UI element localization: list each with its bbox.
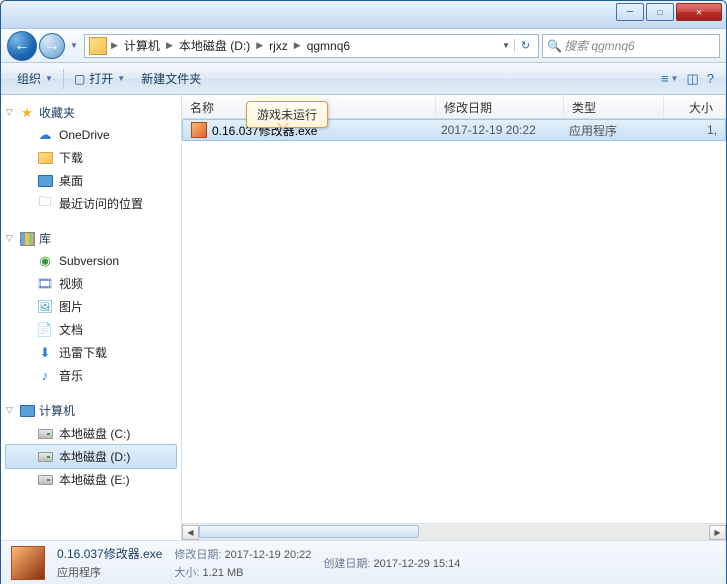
details-mod-label: 修改日期: — [174, 549, 221, 561]
breadcrumb-segment[interactable]: 本地磁盘 (D:) — [175, 37, 254, 54]
arrow-left-icon: ← — [14, 37, 30, 55]
separator — [63, 69, 64, 89]
documents-icon: 📄 — [37, 322, 53, 338]
sidebar-item-xunlei[interactable]: ⬇ 迅雷下载 — [1, 341, 181, 364]
sidebar-item-recent[interactable]: 🗀 最近访问的位置 — [1, 192, 181, 215]
music-icon: ♪ — [37, 368, 53, 384]
libraries-icon — [19, 231, 35, 247]
nav-history-dropdown[interactable]: ▼ — [67, 36, 81, 56]
recent-icon: 🗀 — [37, 196, 53, 212]
video-icon: 🎞 — [37, 276, 53, 292]
drive-icon — [37, 449, 53, 465]
horizontal-scrollbar[interactable]: ◀ ▶ — [182, 523, 726, 540]
sidebar-item-downloads[interactable]: 下载 — [1, 146, 181, 169]
scroll-thumb[interactable] — [199, 525, 419, 538]
favorites-group[interactable]: ★ 收藏夹 — [1, 101, 181, 124]
help-button[interactable]: ? — [703, 67, 718, 90]
file-date: 2017-12-19 20:22 — [435, 123, 563, 137]
titlebar: ─ ☐ ✕ — [1, 1, 726, 29]
open-button[interactable]: ▢ 打开 ▼ — [66, 66, 133, 91]
xunlei-icon: ⬇ — [37, 345, 53, 361]
chevron-down-icon: ▼ — [671, 74, 679, 83]
sidebar-item-drive-d[interactable]: 本地磁盘 (D:) — [5, 444, 177, 469]
column-size[interactable]: 大小 — [664, 95, 726, 118]
sidebar-item-drive-e[interactable]: 本地磁盘 (E:) — [1, 468, 181, 491]
chevron-down-icon: ▼ — [45, 74, 53, 83]
sidebar-item-videos[interactable]: 🎞 视频 — [1, 272, 181, 295]
breadcrumb-segment[interactable]: qgmnq6 — [303, 39, 354, 53]
chevron-right-icon: ▶ — [292, 40, 303, 51]
download-icon — [37, 150, 53, 166]
pictures-icon: 🖼 — [37, 299, 53, 315]
folder-icon — [89, 37, 107, 55]
column-type[interactable]: 类型 — [564, 95, 664, 118]
refresh-button[interactable]: ↻ — [514, 39, 536, 52]
svn-icon: ◉ — [37, 253, 53, 269]
navigation-tree[interactable]: ★ 收藏夹 ☁ OneDrive 下载 桌面 🗀 最近访问的位置 — [1, 95, 182, 540]
chevron-down-icon: ▼ — [117, 74, 125, 83]
breadcrumb-segment[interactable]: rjxz — [265, 39, 292, 53]
view-menu[interactable]: ≡ ▼ — [657, 67, 683, 90]
sidebar-item-music[interactable]: ♪ 音乐 — [1, 364, 181, 387]
arrow-right-icon: → — [44, 37, 60, 55]
cloud-icon: ☁ — [37, 127, 53, 143]
chevron-right-icon: ▶ — [254, 40, 265, 51]
file-list[interactable]: 0.16.037修改器.exe 2017-12-19 20:22 应用程序 1, — [182, 119, 726, 523]
scroll-left-button[interactable]: ◀ — [182, 525, 199, 540]
main-area: ★ 收藏夹 ☁ OneDrive 下载 桌面 🗀 最近访问的位置 — [1, 95, 726, 540]
organize-menu[interactable]: 组织 ▼ — [9, 66, 61, 91]
tooltip: 游戏未运行 — [246, 101, 328, 128]
search-input[interactable]: 🔍 搜索 qgmnq6 — [542, 34, 720, 58]
sidebar-item-documents[interactable]: 📄 文档 — [1, 318, 181, 341]
details-create-label: 创建日期: — [323, 558, 370, 570]
sidebar-item-desktop[interactable]: 桌面 — [1, 169, 181, 192]
maximize-button[interactable]: ☐ — [646, 3, 674, 21]
minimize-button[interactable]: ─ — [616, 3, 644, 21]
scroll-right-button[interactable]: ▶ — [709, 525, 726, 540]
back-button[interactable]: ← — [7, 31, 37, 61]
details-pane: 0.16.037修改器.exe 应用程序 修改日期: 2017-12-19 20… — [1, 540, 726, 584]
sidebar-item-subversion[interactable]: ◉ Subversion — [1, 250, 181, 272]
scroll-track[interactable] — [199, 525, 709, 540]
explorer-window: ─ ☐ ✕ ← → ▼ ▶ 计算机 ▶ 本地磁盘 (D:) ▶ rjxz ▶ q… — [0, 0, 727, 584]
search-placeholder: 搜索 qgmnq6 — [564, 37, 635, 54]
file-large-icon — [11, 546, 45, 580]
drive-icon — [37, 472, 53, 488]
search-icon: 🔍 — [547, 39, 561, 53]
exe-icon — [191, 122, 207, 138]
chevron-right-icon: ▶ — [109, 40, 120, 51]
new-folder-button[interactable]: 新建文件夹 — [133, 66, 209, 91]
details-create-value: 2017-12-29 15:14 — [374, 558, 461, 570]
drive-icon — [37, 426, 53, 442]
details-size-label: 大小: — [174, 567, 199, 579]
sidebar-item-pictures[interactable]: 🖼 图片 — [1, 295, 181, 318]
sidebar-item-onedrive[interactable]: ☁ OneDrive — [1, 124, 181, 146]
close-button[interactable]: ✕ — [676, 3, 722, 21]
sidebar-item-drive-c[interactable]: 本地磁盘 (C:) — [1, 422, 181, 445]
toolbar: 组织 ▼ ▢ 打开 ▼ 新建文件夹 ≡ ▼ ◫ ? — [1, 63, 726, 95]
details-filename: 0.16.037修改器.exe — [57, 545, 162, 562]
breadcrumb[interactable]: ▶ 计算机 ▶ 本地磁盘 (D:) ▶ rjxz ▶ qgmnq6 ▼ ↻ — [84, 34, 539, 58]
preview-pane-button[interactable]: ◫ — [682, 67, 702, 91]
desktop-icon — [37, 173, 53, 189]
chevron-right-icon: ▶ — [164, 40, 175, 51]
details-filetype: 应用程序 — [57, 564, 162, 580]
forward-button[interactable]: → — [39, 33, 65, 59]
computer-icon — [19, 403, 35, 419]
details-mod-value: 2017-12-19 20:22 — [225, 549, 312, 561]
breadcrumb-dropdown[interactable]: ▼ — [498, 41, 514, 50]
column-date[interactable]: 修改日期 — [436, 95, 564, 118]
breadcrumb-segment[interactable]: 计算机 — [120, 37, 164, 54]
star-icon: ★ — [19, 105, 35, 121]
file-list-pane: 名称 修改日期 类型 大小 0.16.037修改器.exe 2017-12-19… — [182, 95, 726, 540]
libraries-group[interactable]: 库 — [1, 227, 181, 250]
computer-group[interactable]: 计算机 — [1, 399, 181, 422]
details-size-value: 1.21 MB — [203, 567, 244, 579]
navbar: ← → ▼ ▶ 计算机 ▶ 本地磁盘 (D:) ▶ rjxz ▶ qgmnq6 … — [1, 29, 726, 63]
file-type: 应用程序 — [563, 122, 663, 139]
nav-buttons: ← → ▼ — [7, 31, 81, 61]
open-icon: ▢ — [74, 72, 85, 86]
file-size: 1, — [663, 123, 723, 137]
